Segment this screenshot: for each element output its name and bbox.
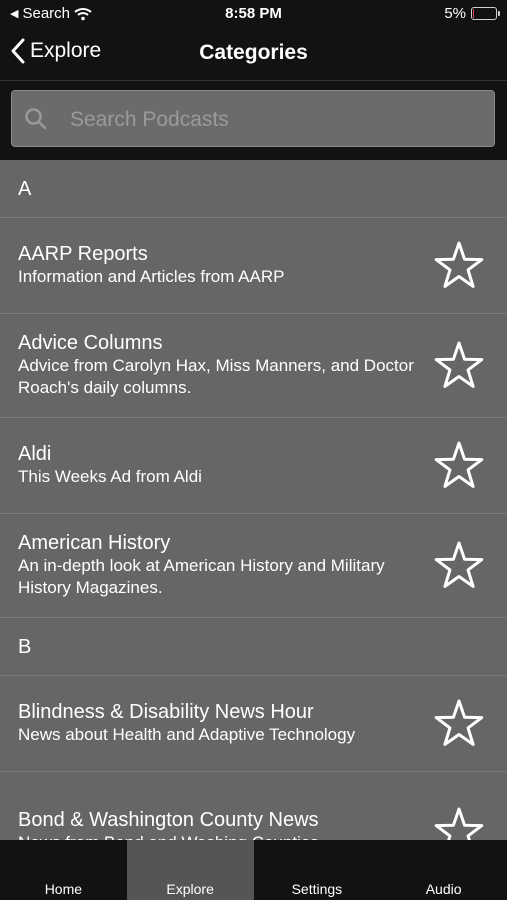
star-outline-icon[interactable] [433, 698, 485, 750]
category-title: Advice Columns [18, 332, 163, 354]
category-row[interactable]: Aldi This Weeks Ad from Aldi [0, 418, 507, 514]
status-bar: ◀ Search 8:58 PM 5% [0, 0, 507, 28]
category-row[interactable]: Bond & Washington County NewsNews from B… [0, 772, 507, 840]
search-icon [25, 108, 47, 130]
search-area [0, 81, 507, 160]
back-button[interactable]: Explore [10, 38, 101, 64]
category-row[interactable]: Blindness & Disability News Hour News abo… [0, 676, 507, 772]
category-description: Information and Articles from AARP [18, 267, 285, 286]
category-description: News about Health and Adaptive Technolog… [18, 725, 356, 744]
chevron-left-icon [11, 38, 25, 64]
section-header: B [0, 618, 507, 676]
category-title: Aldi [18, 443, 52, 465]
category-description: This Weeks Ad from Aldi [18, 467, 202, 486]
star-outline-icon[interactable] [433, 540, 485, 592]
star-outline-icon[interactable] [433, 806, 485, 841]
category-row[interactable]: American History An in-depth look at Amer… [0, 514, 507, 618]
category-description: Advice from Carolyn Hax, Miss Manners, a… [18, 356, 414, 397]
tab-home[interactable]: Home [0, 840, 127, 900]
category-row[interactable]: Advice Columns Advice from Carolyn Hax, M… [0, 314, 507, 418]
category-title: American History [18, 532, 171, 554]
category-description: News from Bond and Washing Counties, [18, 832, 417, 840]
star-outline-icon[interactable] [433, 440, 485, 492]
battery-level [473, 9, 475, 18]
category-list[interactable]: A AARP Reports Information and Articles fr… [0, 160, 507, 840]
tab-explore[interactable]: Explore [126, 840, 254, 900]
category-title: Bond & Washington County News [18, 809, 319, 831]
search-input[interactable] [68, 101, 482, 139]
category-title: AARP Reports [18, 243, 148, 265]
battery-icon [471, 7, 500, 20]
navigation-bar: Explore Categories [0, 28, 507, 81]
search-bar[interactable] [11, 90, 495, 147]
tab-audio[interactable]: Audio [380, 840, 507, 900]
star-outline-icon[interactable] [433, 240, 485, 292]
category-title: Blindness & Disability News Hour [18, 701, 314, 723]
tab-settings[interactable]: Settings [254, 840, 381, 900]
category-row[interactable]: AARP Reports Information and Articles fro… [0, 218, 507, 314]
section-header: A [0, 160, 507, 218]
category-description: An in-depth look at American History and… [18, 556, 385, 597]
tab-bar: Home Explore Settings Audio [0, 840, 507, 900]
battery-percent: 5% [444, 5, 466, 22]
back-button-label: Explore [30, 39, 102, 62]
star-outline-icon[interactable] [433, 340, 485, 392]
clock: 8:58 PM [225, 5, 282, 22]
